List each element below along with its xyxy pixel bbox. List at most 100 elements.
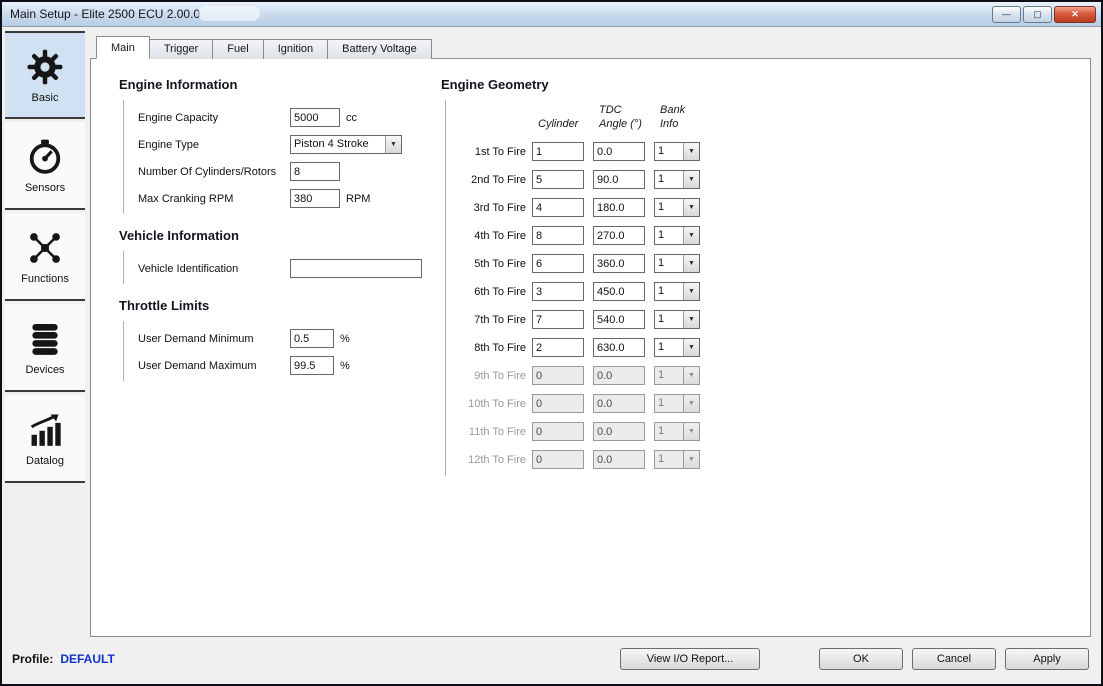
bank-info-select[interactable]: 1 ▼	[654, 282, 700, 301]
tdc-angle-input[interactable]	[593, 366, 645, 385]
cylinders-label: Number Of Cylinders/Rotors	[138, 165, 277, 178]
fire-order-label: 3rd To Fire	[473, 201, 526, 214]
tab-ignition[interactable]: Ignition	[262, 39, 329, 59]
tab-main[interactable]: Main	[96, 36, 150, 59]
user-demand-maximum-input[interactable]	[290, 356, 334, 375]
cylinder-input[interactable]	[532, 450, 584, 469]
bank-info-select[interactable]: 1 ▼	[654, 310, 700, 329]
engine-capacity-unit: cc	[346, 111, 357, 124]
cylinder-input[interactable]	[532, 310, 584, 329]
geometry-row: 5th To Fire 1 ▼	[460, 250, 706, 278]
sidebar-item-devices[interactable]: Devices	[5, 304, 85, 392]
ok-button[interactable]: OK	[819, 647, 903, 670]
bank-info-value: 1	[658, 257, 665, 269]
maximize-button[interactable]: ▢	[1023, 5, 1052, 23]
bank-info-value: 1	[658, 285, 665, 297]
geometry-row: 3rd To Fire 1 ▼	[460, 194, 706, 222]
max-cranking-rpm-input[interactable]	[290, 189, 340, 208]
titlebar[interactable]: Main Setup - Elite 2500 ECU 2.00.0 — ▢ ✕	[2, 2, 1101, 27]
bank-info-value: 1	[658, 145, 665, 157]
bank-info-value: 1	[658, 201, 665, 213]
apply-button[interactable]: Apply	[1005, 647, 1089, 670]
geometry-row: 9th To Fire 1 ▼	[460, 362, 706, 390]
tdc-angle-input[interactable]	[593, 282, 645, 301]
bank-info-value: 1	[658, 453, 665, 465]
user-demand-maximum-label: User Demand Maximum	[138, 359, 257, 372]
max-cranking-rpm-label: Max Cranking RPM	[138, 192, 234, 205]
profile-label: Profile:	[12, 651, 54, 666]
bank-info-select[interactable]: 1 ▼	[654, 226, 700, 245]
profile-value-link[interactable]: DEFAULT	[60, 652, 114, 666]
bank-info-value: 1	[658, 397, 665, 409]
tab-fuel[interactable]: Fuel	[212, 39, 264, 59]
fire-order-label: 1st To Fire	[474, 145, 526, 158]
tdc-angle-input[interactable]	[593, 170, 645, 189]
cylinder-input[interactable]	[532, 338, 584, 357]
engine-capacity-label: Engine Capacity	[138, 111, 219, 124]
cylinder-input[interactable]	[532, 254, 584, 273]
stack-icon	[24, 318, 66, 360]
cylinders-input[interactable]	[290, 162, 340, 181]
tdc-angle-input[interactable]	[593, 254, 645, 273]
geometry-row: 8th To Fire 1 ▼	[460, 334, 706, 362]
geometry-row: 1st To Fire 1 ▼	[460, 138, 706, 166]
sidebar-item-basic[interactable]: Basic	[5, 31, 85, 119]
cylinder-input[interactable]	[532, 198, 584, 217]
sidebar-item-sensors[interactable]: Sensors	[5, 122, 85, 210]
tdc-angle-input[interactable]	[593, 394, 645, 413]
cylinder-input[interactable]	[532, 394, 584, 413]
window-controls: — ▢ ✕	[992, 5, 1101, 23]
engine-information-title: Engine Information	[119, 77, 238, 92]
tab-bar: Main Trigger Fuel Ignition Battery Volta…	[90, 36, 1091, 59]
tdc-angle-input[interactable]	[593, 198, 645, 217]
cylinder-input[interactable]	[532, 142, 584, 161]
bank-info-select[interactable]: 1 ▼	[654, 170, 700, 189]
tdc-angle-input[interactable]	[593, 310, 645, 329]
tdc-angle-input[interactable]	[593, 226, 645, 245]
close-button[interactable]: ✕	[1054, 5, 1096, 23]
chevron-down-icon: ▼	[683, 367, 699, 384]
minimize-button[interactable]: —	[992, 5, 1021, 23]
bank-info-select[interactable]: 1 ▼	[654, 394, 700, 413]
tdc-angle-input[interactable]	[593, 422, 645, 441]
tdc-angle-input[interactable]	[593, 142, 645, 161]
tab-battery-voltage[interactable]: Battery Voltage	[327, 39, 432, 59]
tdc-angle-input[interactable]	[593, 450, 645, 469]
throttle-limits-title: Throttle Limits	[119, 298, 210, 313]
tab-trigger[interactable]: Trigger	[148, 39, 214, 59]
vehicle-identification-label: Vehicle Identification	[138, 262, 239, 275]
fire-order-label: 4th To Fire	[474, 229, 526, 242]
bank-info-select[interactable]: 1 ▼	[654, 366, 700, 385]
sidebar-item-label: Basic	[31, 92, 59, 104]
sidebar-item-label: Datalog	[26, 455, 64, 467]
main-tab-panel: Engine Information Engine Capacity cc En…	[90, 58, 1091, 637]
view-io-report-button[interactable]: View I/O Report...	[620, 647, 760, 670]
tdc-angle-column-header: TDC Angle (°)	[599, 104, 642, 130]
bank-info-select[interactable]: 1 ▼	[654, 422, 700, 441]
tdc-angle-input[interactable]	[593, 338, 645, 357]
engine-information-group: Engine Capacity cc Engine Type Piston 4 …	[123, 100, 413, 214]
bank-info-select[interactable]: 1 ▼	[654, 254, 700, 273]
left-column: Engine Information Engine Capacity cc En…	[119, 77, 422, 636]
cylinder-input[interactable]	[532, 422, 584, 441]
cancel-button[interactable]: Cancel	[912, 647, 996, 670]
cylinder-input[interactable]	[532, 170, 584, 189]
main-region: Basic Sensors Functions Devices Datalog …	[2, 27, 1101, 637]
bank-info-select[interactable]: 1 ▼	[654, 198, 700, 217]
vehicle-identification-input[interactable]	[290, 259, 422, 278]
cylinder-input[interactable]	[532, 282, 584, 301]
cylinder-input[interactable]	[532, 366, 584, 385]
user-demand-minimum-input[interactable]	[290, 329, 334, 348]
engine-capacity-input[interactable]	[290, 108, 340, 127]
sidebar-item-label: Devices	[25, 364, 65, 376]
chevron-down-icon: ▼	[683, 255, 699, 272]
bank-info-select[interactable]: 1 ▼	[654, 338, 700, 357]
user-demand-maximum-unit: %	[340, 359, 350, 372]
sidebar-item-functions[interactable]: Functions	[5, 213, 85, 301]
cylinder-input[interactable]	[532, 226, 584, 245]
bank-info-select[interactable]: 1 ▼	[654, 450, 700, 469]
sidebar-item-datalog[interactable]: Datalog	[5, 395, 85, 483]
engine-type-select[interactable]: Piston 4 Stroke ▼	[290, 135, 402, 154]
chevron-down-icon: ▼	[683, 395, 699, 412]
bank-info-select[interactable]: 1 ▼	[654, 142, 700, 161]
